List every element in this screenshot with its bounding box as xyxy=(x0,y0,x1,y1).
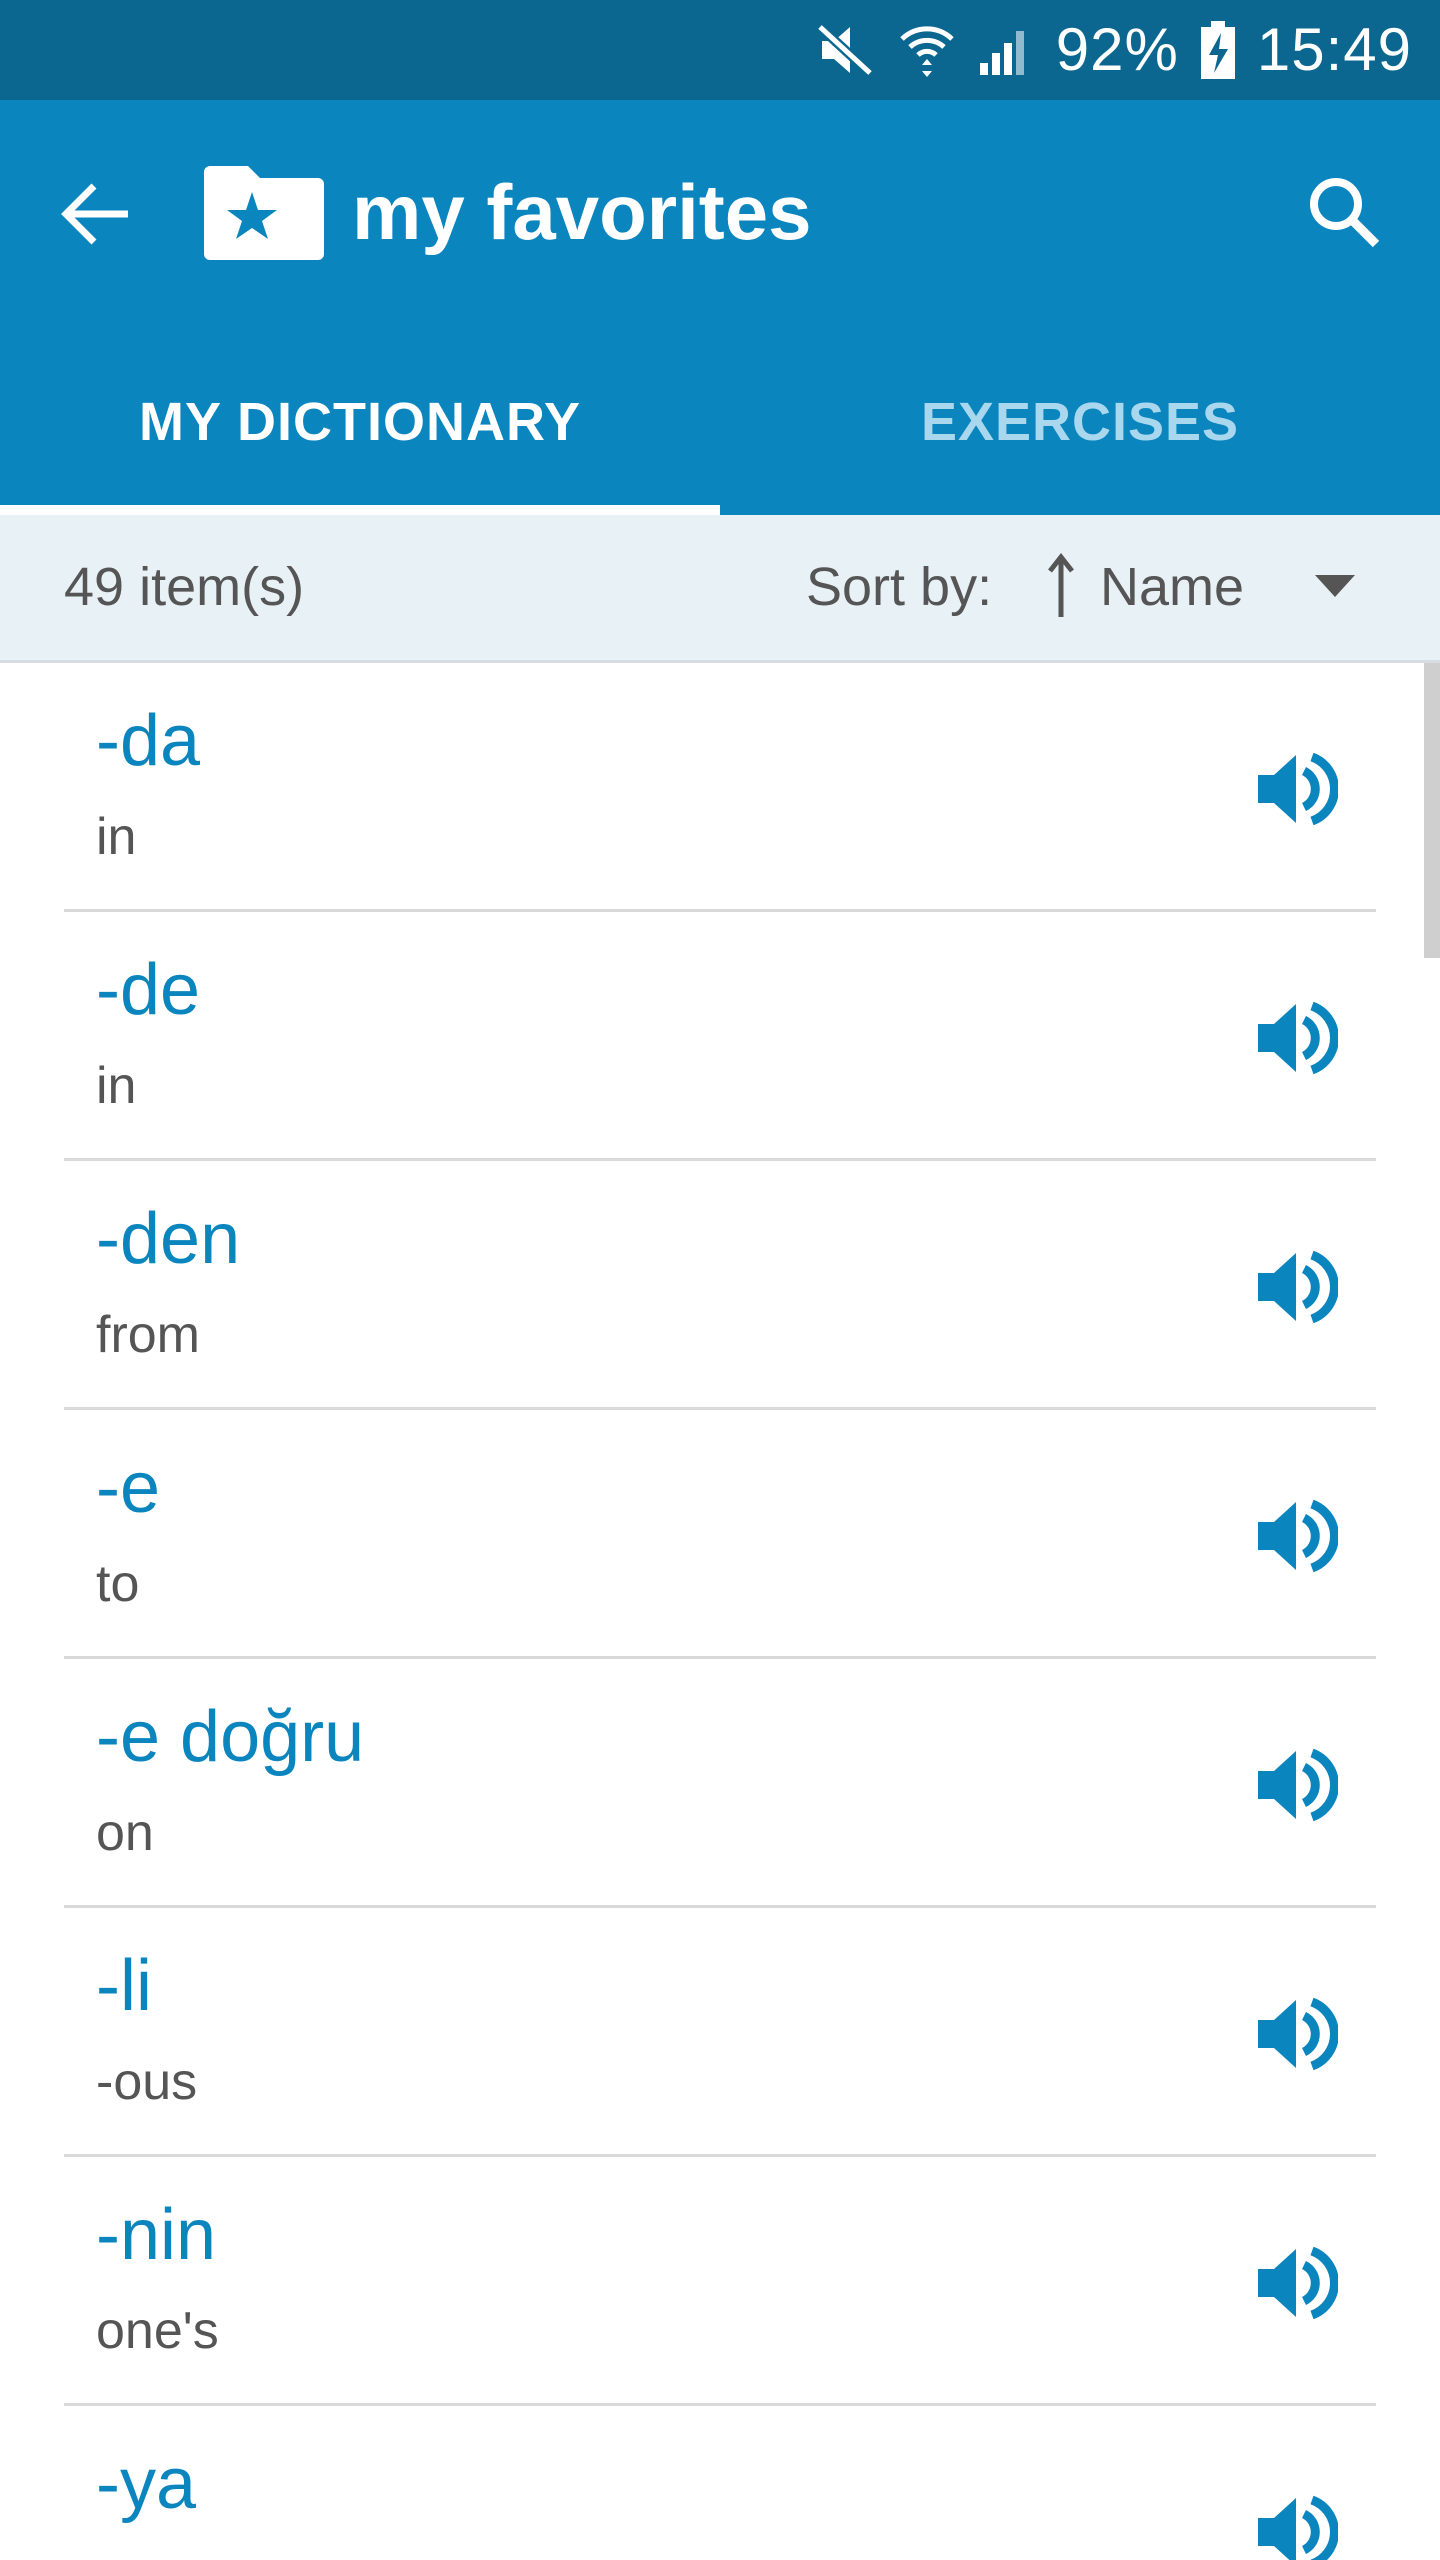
folder-star-icon xyxy=(204,162,324,260)
tab-label: EXERCISES xyxy=(920,391,1240,452)
tab-exercises[interactable]: EXERCISES xyxy=(720,328,1440,515)
list-item[interactable]: -li -ous xyxy=(64,1908,1376,2157)
item-translation: from xyxy=(96,1306,200,1364)
tab-label: MY DICTIONARY xyxy=(138,391,582,452)
app-bar: my favorites MY DICTIONARY EXERCISES xyxy=(0,100,1440,515)
item-translation: in xyxy=(96,808,137,866)
item-word: -da xyxy=(96,701,201,781)
sort-label: Sort by: xyxy=(806,557,993,617)
list-item[interactable]: -den from xyxy=(64,1161,1376,1410)
list-item[interactable]: -da in xyxy=(64,663,1376,912)
item-translation: to xyxy=(96,1555,140,1613)
item-word: -de xyxy=(96,950,201,1030)
battery-charging-icon xyxy=(1200,21,1235,79)
speaker-icon[interactable] xyxy=(1254,2243,1340,2323)
speaker-icon[interactable] xyxy=(1254,749,1340,829)
item-word: -den xyxy=(96,1199,241,1279)
item-count: 49 item(s) xyxy=(64,557,305,617)
item-word: -e xyxy=(96,1448,161,1528)
speaker-icon[interactable] xyxy=(1254,1745,1340,1825)
list-item[interactable]: -de in xyxy=(64,912,1376,1161)
search-button[interactable] xyxy=(1296,166,1392,262)
list-item[interactable]: -ya xyxy=(64,2406,1376,2560)
page-title: my favorites xyxy=(352,168,812,256)
dropdown-caret-icon[interactable] xyxy=(1313,573,1357,599)
list-item[interactable]: -e to xyxy=(64,1410,1376,1659)
item-translation: one's xyxy=(96,2302,219,2360)
search-icon xyxy=(1306,174,1382,255)
arrow-back-icon xyxy=(60,182,132,251)
tab-bar: MY DICTIONARY EXERCISES xyxy=(0,328,1440,515)
item-translation: on xyxy=(96,1804,154,1862)
list-item[interactable]: -e doğru on xyxy=(64,1659,1376,1908)
speaker-icon[interactable] xyxy=(1254,2492,1340,2560)
item-translation: in xyxy=(96,1057,137,1115)
list-item[interactable]: -nin one's xyxy=(64,2157,1376,2406)
sort-bar: 49 item(s) Sort by: Name xyxy=(0,515,1440,663)
sort-value[interactable]: Name xyxy=(1100,515,1244,660)
toolbar: my favorites xyxy=(0,100,1440,328)
item-translation: -ous xyxy=(96,2053,198,2111)
item-word: -nin xyxy=(96,2195,217,2275)
battery-percent: 92% xyxy=(1055,16,1179,83)
speaker-icon[interactable] xyxy=(1254,998,1340,1078)
speaker-icon[interactable] xyxy=(1254,1994,1340,2074)
signal-icon xyxy=(978,25,1034,75)
clock: 15:49 xyxy=(1256,16,1412,83)
favorites-list: -da in -de in -den from -e to -e doğru o… xyxy=(0,663,1440,2560)
sort-ascending-icon[interactable] xyxy=(1046,552,1076,619)
wifi-icon xyxy=(898,21,956,79)
speaker-icon[interactable] xyxy=(1254,1247,1340,1327)
speaker-icon[interactable] xyxy=(1254,1496,1340,1576)
mute-icon xyxy=(816,23,876,77)
item-word: -ya xyxy=(96,2444,197,2524)
status-bar: 92% 15:49 xyxy=(0,0,1440,100)
item-word: -li xyxy=(96,1946,152,2026)
back-button[interactable] xyxy=(52,172,140,260)
status-icons: 92% 15:49 xyxy=(816,20,1440,80)
item-word: -e doğru xyxy=(96,1697,365,1777)
tab-my-dictionary[interactable]: MY DICTIONARY xyxy=(0,328,720,515)
active-tab-indicator xyxy=(0,505,720,515)
scrollbar[interactable] xyxy=(1424,663,1440,958)
